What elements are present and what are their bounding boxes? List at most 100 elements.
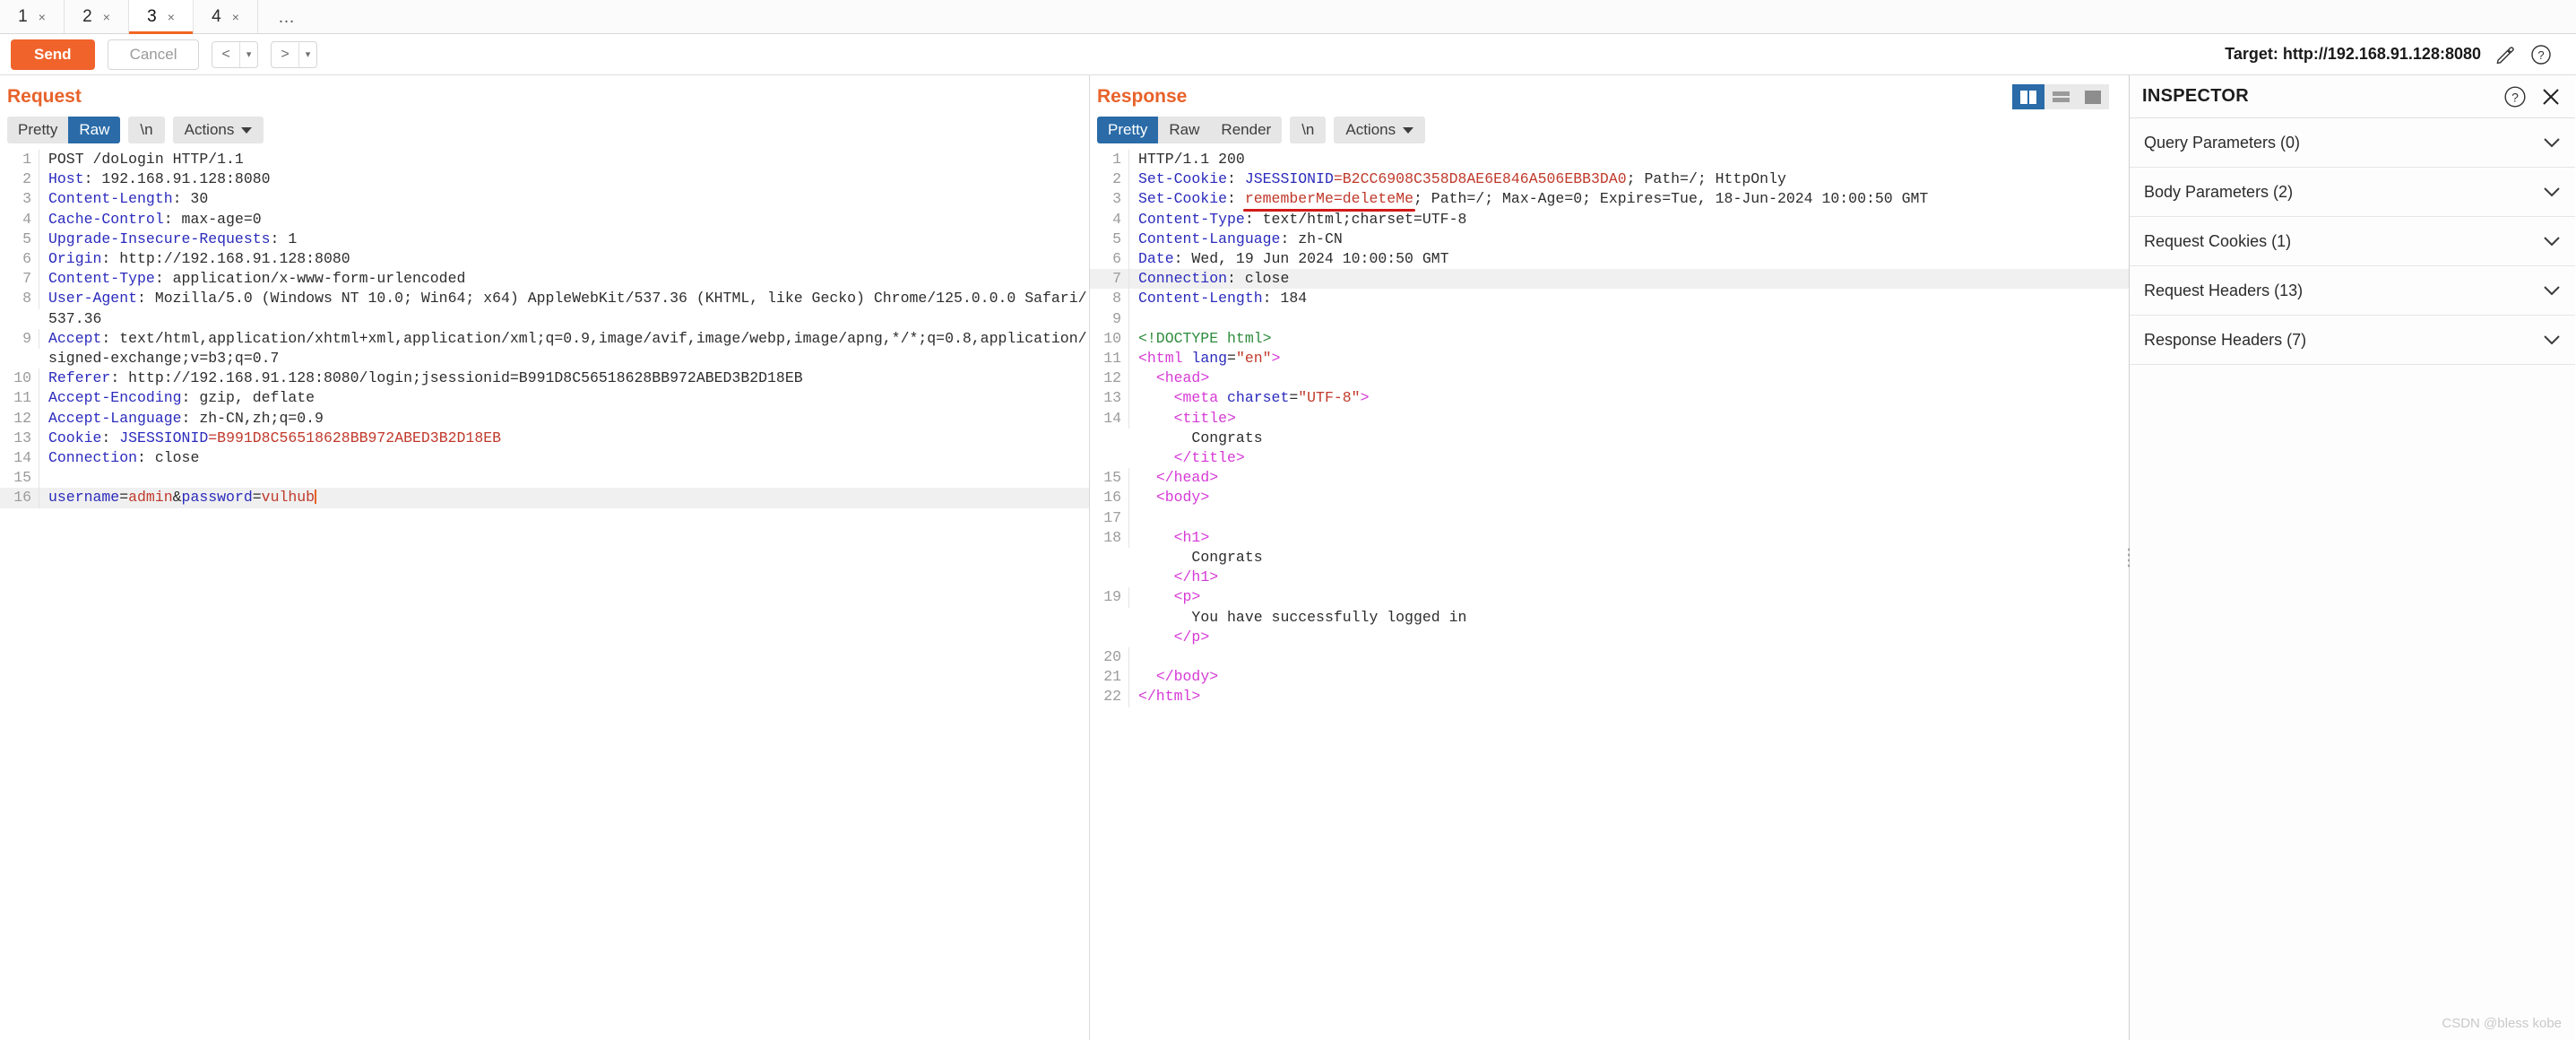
response-view-render-button[interactable]: Render [1210, 117, 1282, 143]
request-actions-label: Actions [184, 121, 235, 138]
code-token: password [181, 489, 253, 507]
inspector-section-label: Query Parameters (0) [2144, 133, 2301, 152]
forward-history-button[interactable]: > ▾ [271, 40, 318, 68]
response-code-line: 3 Set-Cookie: rememberMe=deleteMe; Path=/… [1090, 189, 2129, 210]
code-token: : 192.168.91.128:8080 [83, 170, 271, 188]
inspector-section-request-headers-13[interactable]: Request Headers (13) [2130, 266, 2575, 316]
code-line-text: Cookie: JSESSIONID=B991D8C56518628BB972A… [39, 429, 501, 448]
pencil-icon[interactable] [2494, 43, 2517, 66]
code-token: </h1> [1138, 568, 1219, 586]
line-number: 3 [0, 189, 39, 210]
layout-buttons-group [2012, 84, 2129, 109]
inspector-section-query-parameters-0[interactable]: Query Parameters (0) [2130, 118, 2575, 168]
help-icon[interactable]: ? [2529, 43, 2553, 66]
code-token: : http://192.168.91.128:8080 [101, 250, 350, 268]
code-token: Cache-Control [48, 210, 164, 228]
request-view-raw-button[interactable]: Raw [68, 117, 121, 143]
send-button[interactable]: Send [11, 39, 95, 70]
code-token: "en" [1235, 350, 1272, 368]
code-token: : close [1227, 270, 1290, 288]
code-token: "UTF-8" [1298, 389, 1361, 407]
code-line-text: Set-Cookie: JSESSIONID=B2CC6908C358D8AE6… [1129, 169, 1786, 189]
request-code-line: 10 Referer: http://192.168.91.128:8080/lo… [0, 368, 1089, 389]
close-icon[interactable]: × [232, 11, 239, 23]
line-number: 12 [1090, 368, 1129, 389]
close-icon[interactable] [2539, 85, 2563, 108]
inspector-section-request-cookies-1[interactable]: Request Cookies (1) [2130, 217, 2575, 266]
response-code-line: Congrats [1090, 548, 2129, 568]
stacked-layout-button[interactable] [2044, 84, 2077, 109]
response-view-pretty-button[interactable]: Pretty [1097, 117, 1159, 143]
request-newline-button[interactable]: \n [128, 117, 165, 143]
request-view-pretty-button[interactable]: Pretty [7, 117, 68, 143]
repeater-action-bar: Send Cancel < ▾ > ▾ Target: http://192.1… [0, 34, 2576, 75]
response-code-line: 12 <head> [1090, 368, 2129, 389]
back-history-button[interactable]: < ▾ [212, 40, 259, 68]
code-token: Referer [48, 369, 111, 387]
close-icon[interactable]: × [39, 11, 46, 23]
close-icon[interactable]: × [103, 11, 110, 23]
request-actions-button[interactable]: Actions [172, 117, 264, 143]
code-token: Connection [1138, 270, 1228, 288]
line-number: 5 [1090, 229, 1129, 250]
request-editor[interactable]: 1 POST /doLogin HTTP/1.1 2 Host: 192.168.91… [0, 150, 1089, 1040]
code-token: Accept [48, 329, 102, 347]
inspector-section-label: Body Parameters (2) [2144, 182, 2294, 201]
line-number: 22 [1090, 687, 1129, 707]
cancel-button[interactable]: Cancel [107, 39, 200, 70]
chevron-down-icon[interactable] [2543, 186, 2561, 198]
code-line-text: Content-Language: zh-CN [1129, 230, 1343, 249]
response-actions-button[interactable]: Actions [1334, 117, 1426, 143]
burp-repeater-window: 1 × 2 × 3 × 4 × … Send Cancel < ▾ > ▾ Target: h… [0, 0, 2576, 1040]
code-token: Origin [48, 250, 102, 268]
response-code-line: 6 Date: Wed, 19 Jun 2024 10:00:50 GMT [1090, 249, 2129, 270]
code-token: : [1227, 170, 1245, 188]
inspector-section-body-parameters-2[interactable]: Body Parameters (2) [2130, 168, 2575, 217]
code-token: <title> [1138, 409, 1236, 427]
inspector-section-response-headers-7[interactable]: Response Headers (7) [2130, 316, 2575, 365]
request-code-line: 15 [0, 468, 1089, 489]
request-code-line: 16 username=admin&password=vulhub [0, 488, 1089, 508]
help-icon[interactable]: ? [2503, 85, 2527, 108]
code-token: <html [1138, 350, 1192, 368]
annotated-token: = [1333, 190, 1343, 208]
response-code-line: Congrats [1090, 429, 2129, 448]
chevron-down-icon[interactable] [2543, 334, 2561, 346]
response-code-line: 14 <title> [1090, 408, 2129, 429]
tab-overflow-button[interactable]: … [258, 0, 316, 33]
code-token: User-Agent [48, 290, 138, 308]
code-token: = [252, 489, 262, 507]
request-code-line: 6 Origin: http://192.168.91.128:8080 [0, 249, 1089, 270]
forward-caret-down-icon[interactable]: ▾ [298, 41, 317, 67]
code-token: = [119, 489, 129, 507]
code-line-text: </p> [1129, 628, 1210, 647]
response-code-line: 17 [1090, 507, 2129, 528]
repeater-tab-4[interactable]: 4 × [194, 0, 258, 33]
code-token: : Wed, 19 Jun 2024 10:00:50 GMT [1173, 250, 1449, 268]
code-line-text: </title> [1129, 448, 1245, 468]
close-icon[interactable]: × [168, 11, 175, 23]
response-newline-button[interactable]: \n [1290, 117, 1327, 143]
code-token: : zh-CN,zh;q=0.9 [181, 409, 324, 427]
chevron-down-icon[interactable] [2543, 137, 2561, 149]
repeater-tab-2[interactable]: 2 × [65, 0, 129, 33]
line-number: 6 [1090, 249, 1129, 270]
code-token: : [1227, 190, 1245, 208]
single-pane-layout-button[interactable] [2077, 84, 2109, 109]
chevron-down-icon[interactable] [2543, 236, 2561, 247]
back-caret-down-icon[interactable]: ▾ [238, 41, 258, 67]
response-code-line: 21 </body> [1090, 667, 2129, 688]
line-number: 13 [1090, 388, 1129, 409]
chevron-down-icon[interactable] [2543, 285, 2561, 297]
side-by-side-layout-button[interactable] [2012, 84, 2044, 109]
code-line-text: Congrats [1129, 548, 1262, 568]
response-view-raw-button[interactable]: Raw [1158, 117, 1210, 143]
code-line-text: Content-Type: text/html;charset=UTF-8 [1129, 210, 1466, 230]
request-code-line: 13 Cookie: JSESSIONID=B991D8C56518628BB97… [0, 428, 1089, 449]
code-token: <p> [1138, 588, 1201, 606]
request-code-line: 8 User-Agent: Mozilla/5.0 (Windows NT 10.… [0, 289, 1089, 328]
repeater-tab-1[interactable]: 1 × [0, 0, 65, 33]
code-line-text: Connection: close [1129, 269, 1289, 289]
response-editor[interactable]: 1 HTTP/1.1 200 2 Set-Cookie: JSESSIONID=B2C… [1090, 150, 2129, 1040]
repeater-tab-3[interactable]: 3 × [129, 0, 194, 34]
